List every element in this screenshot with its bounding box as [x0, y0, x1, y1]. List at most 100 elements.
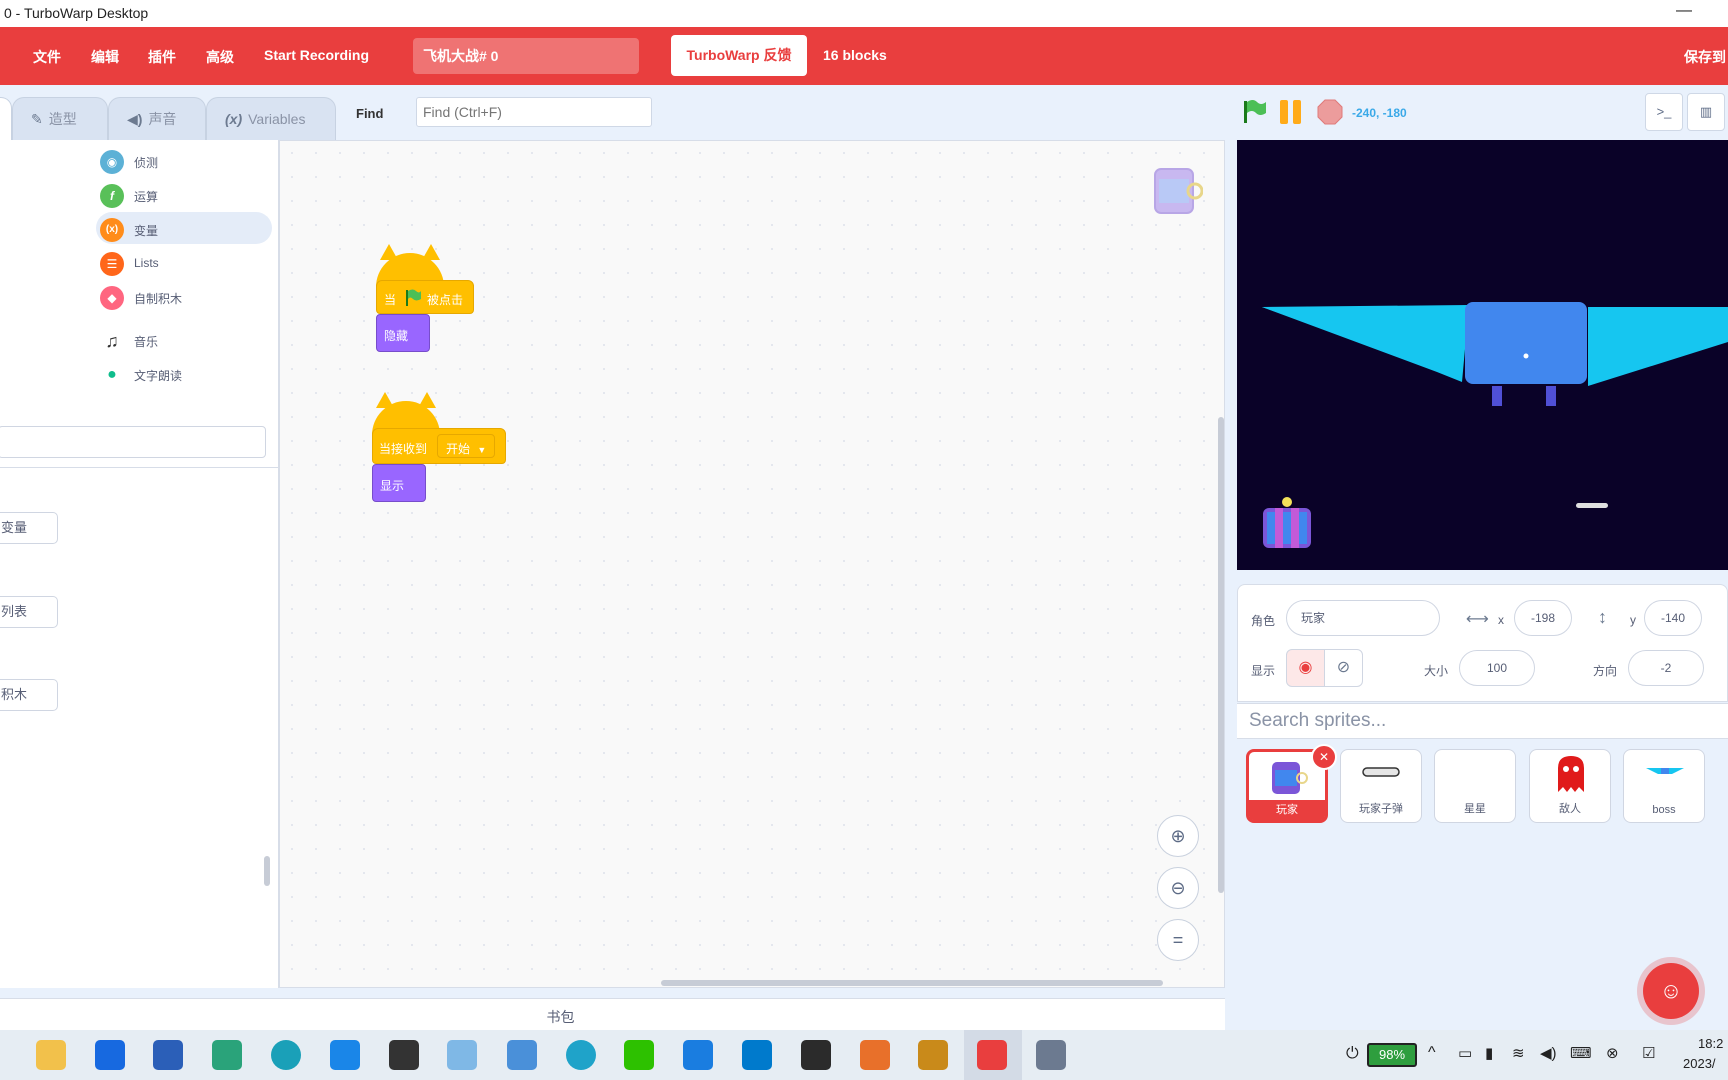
green-flag-icon[interactable]: [1241, 99, 1267, 125]
menu-advanced[interactable]: 高级: [206, 47, 234, 67]
arduino-icon[interactable]: [271, 1040, 301, 1070]
app-icon[interactable]: [1036, 1040, 1066, 1070]
minimize-button[interactable]: —: [1676, 2, 1692, 20]
stage-canvas[interactable]: [1237, 140, 1728, 570]
sprite-thumbnail: [1558, 756, 1584, 792]
my-blocks-icon: ◆: [100, 286, 124, 310]
sprite-name-input[interactable]: 玩家: [1286, 600, 1440, 636]
stage-size-button[interactable]: ▥: [1687, 93, 1725, 131]
eye-slash-icon: ⊘: [1336, 659, 1351, 676]
app-icon[interactable]: [683, 1040, 713, 1070]
menu-addons[interactable]: 插件: [148, 47, 176, 67]
delete-sprite-button[interactable]: ✕: [1311, 744, 1337, 770]
backpack-label: 书包: [546, 1009, 575, 1025]
battery-icon[interactable]: ▭: [1458, 1044, 1472, 1062]
project-title-input[interactable]: 飞机大战# 0: [413, 38, 639, 74]
backpack-bar[interactable]: 书包: [0, 998, 1225, 1031]
x-position-input[interactable]: -198: [1514, 600, 1572, 636]
zoom-out-button[interactable]: ⊖: [1157, 867, 1199, 909]
when-flag-clicked-block[interactable]: 当 被点击: [376, 280, 474, 314]
zoom-in-button[interactable]: ⊕: [1157, 815, 1199, 857]
file-explorer-icon[interactable]: [36, 1040, 66, 1070]
sprite-search-input[interactable]: Search sprites...: [1237, 703, 1728, 739]
find-input[interactable]: [416, 97, 652, 127]
wechat-icon[interactable]: [624, 1040, 654, 1070]
hide-block[interactable]: 隐藏: [376, 314, 430, 352]
boss-wing-left-fill: [1262, 305, 1469, 382]
tab-sounds[interactable]: ◀) 声音: [108, 97, 206, 140]
sprite-tile-player[interactable]: 玩家 ✕: [1246, 744, 1337, 823]
tab-code[interactable]: [0, 97, 12, 140]
app-icon[interactable]: [447, 1040, 477, 1070]
find-label: Find: [356, 106, 384, 121]
console-button[interactable]: >_: [1645, 93, 1683, 131]
category-text-to-speech-label: 文字朗读: [134, 369, 183, 383]
word-icon[interactable]: [153, 1040, 183, 1070]
show-sprite-button[interactable]: ◉: [1286, 649, 1325, 687]
tab-costumes[interactable]: ✎ 造型: [12, 97, 108, 140]
start-recording-button[interactable]: Start Recording: [264, 47, 369, 63]
turbowarp-icon[interactable]: [977, 1040, 1007, 1070]
palette-divider: [0, 467, 278, 468]
stop-button[interactable]: [1317, 99, 1343, 125]
terminal-icon: >_: [1656, 104, 1672, 119]
sprite-tile-player-bullet[interactable]: 玩家子弹: [1340, 749, 1422, 823]
make-variable-button[interactable]: 变量: [0, 512, 58, 544]
keyboard-icon[interactable]: ⌨: [1570, 1044, 1592, 1062]
show-label: 显示: [1251, 664, 1276, 678]
lenovo-icon[interactable]: [95, 1040, 125, 1070]
show-block[interactable]: 显示: [372, 464, 426, 502]
clock-time[interactable]: 18:2: [1698, 1036, 1723, 1051]
app-icon[interactable]: [860, 1040, 890, 1070]
edge-icon[interactable]: [566, 1040, 596, 1070]
wifi-icon[interactable]: ≋: [1512, 1044, 1525, 1062]
feedback-button[interactable]: TurboWarp 反馈: [671, 35, 807, 76]
variable-x-icon: (x): [225, 111, 243, 127]
horizontal-scrollbar[interactable]: [661, 980, 1163, 986]
save-to-computer-button[interactable]: 保存到: [1684, 47, 1726, 67]
vertical-scrollbar[interactable]: [1218, 417, 1224, 893]
menu-file[interactable]: 文件: [33, 47, 61, 67]
app-icon[interactable]: [212, 1040, 242, 1070]
close-circle-icon[interactable]: ⊗: [1606, 1044, 1619, 1062]
app-icon[interactable]: [507, 1040, 537, 1070]
size-input[interactable]: 100: [1459, 650, 1535, 686]
vscode-icon[interactable]: [742, 1040, 772, 1070]
pause-icon: [1280, 100, 1288, 124]
chevron-up-icon[interactable]: ^: [1428, 1044, 1436, 1062]
make-block-button[interactable]: 积木: [0, 679, 58, 711]
window-title-bar: 0 - TurboWarp Desktop —: [0, 0, 1728, 27]
y-position-input[interactable]: -140: [1644, 600, 1702, 636]
pause-button[interactable]: [1280, 100, 1304, 124]
menu-edit[interactable]: 编辑: [91, 47, 119, 67]
sprite-list: 玩家 ✕ 玩家子弹 星星 敌人 boss ☺: [1237, 739, 1728, 1019]
when-i-receive-block[interactable]: 当接收到 开始 ▼: [372, 428, 506, 464]
zoom-reset-button[interactable]: =: [1157, 919, 1199, 961]
app-icon[interactable]: [389, 1040, 419, 1070]
sprite-tile-boss[interactable]: boss: [1623, 749, 1705, 823]
notification-icon[interactable]: ☑: [1642, 1044, 1655, 1062]
menu-bar: 文件 编辑 插件 高级 Start Recording 飞机大战# 0 Turb…: [0, 27, 1728, 85]
app-icon[interactable]: [918, 1040, 948, 1070]
player-ship: [1263, 497, 1311, 548]
script-workspace[interactable]: 当 被点击 隐藏 当接收到 开始 ▼ 显示 ⊕ ⊖ =: [279, 140, 1225, 988]
terminal-icon[interactable]: [801, 1040, 831, 1070]
add-sprite-button[interactable]: ☺: [1643, 963, 1699, 1019]
broadcast-dropdown[interactable]: 开始 ▼: [437, 434, 495, 458]
volume-icon[interactable]: ◀): [1540, 1044, 1557, 1062]
battery-indicator[interactable]: 98%: [1367, 1043, 1417, 1067]
app-icon[interactable]: [330, 1040, 360, 1070]
stage-header: -240, -180 >_ ▥: [1235, 85, 1728, 140]
hide-sprite-button[interactable]: ⊘: [1324, 649, 1363, 687]
sprite-name: 玩家子弹: [1359, 803, 1403, 815]
palette-search-box[interactable]: [0, 426, 266, 458]
editor-tabs: ✎ 造型 ◀) 声音 (x) Variables Find: [0, 85, 1235, 140]
direction-input[interactable]: -2: [1628, 650, 1704, 686]
sprite-tile-enemy[interactable]: 敌人: [1529, 749, 1611, 823]
tab-variables[interactable]: (x) Variables: [206, 97, 336, 140]
sprite-tile-star[interactable]: 星星: [1434, 749, 1516, 823]
palette-scrollbar[interactable]: [264, 856, 270, 886]
clock-date[interactable]: 2023/: [1683, 1056, 1716, 1071]
make-list-button[interactable]: 列表: [0, 596, 58, 628]
microphone-icon[interactable]: ▮: [1485, 1044, 1493, 1062]
